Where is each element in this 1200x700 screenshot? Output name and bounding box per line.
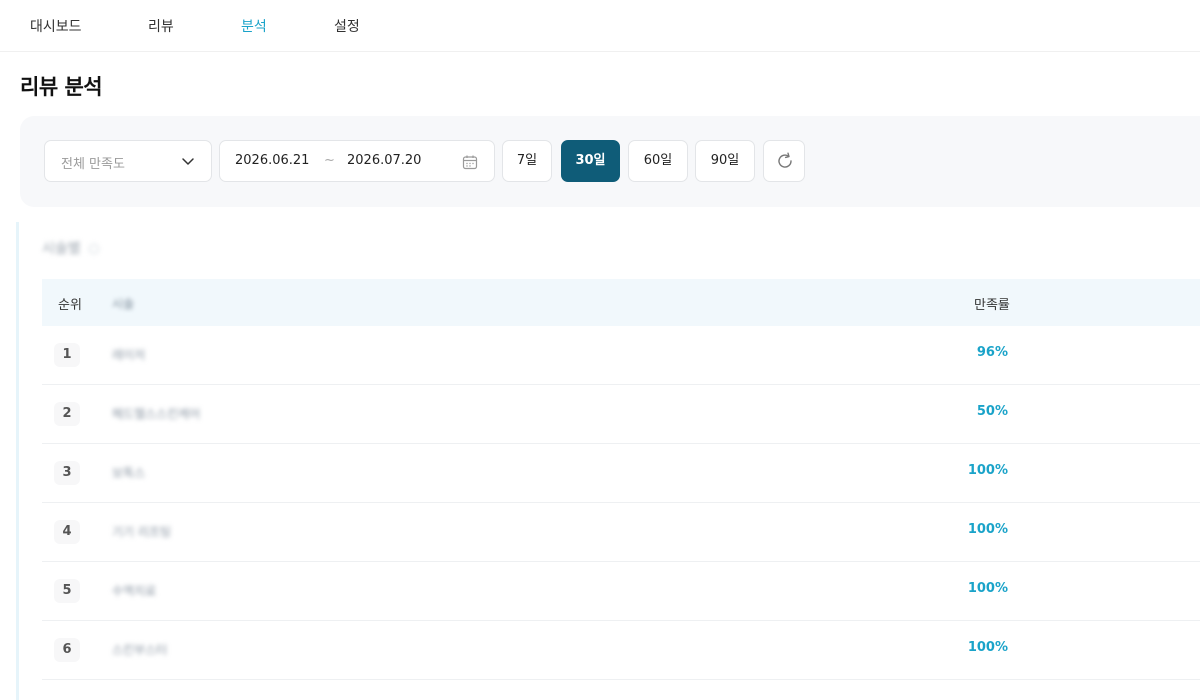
treatment-name: 기기 리프팅 [112,525,172,539]
satisfaction-dropdown[interactable]: 전체 만족도 [44,140,212,182]
ranking-table-body: 1 레이저 96% 2 헤드헬스스킨케어 50% 3 보톡스 100% 4 기기… [42,326,1200,680]
nav-item-analysis[interactable]: 분석 [241,16,267,36]
top-navigation: 대시보드 리뷰 분석 설정 [0,0,1200,52]
treatment-name: 수액치료 [112,584,157,598]
refresh-icon [778,152,792,168]
treatment-name: 스킨부스터 [112,643,168,657]
column-header-rate: 만족률 [974,298,1010,313]
satisfaction-dropdown-label: 전체 만족도 [61,157,125,172]
rank-badge: 5 [54,579,80,603]
table-row[interactable]: 6 스킨부스터 100% [42,621,1200,680]
satisfaction-rate: 100% [967,640,1008,655]
satisfaction-rate: 50% [976,404,1008,419]
column-header-name: 시술 [112,297,135,311]
date-separator: ~ [324,153,335,168]
rank-badge: 1 [54,343,80,367]
table-row[interactable]: 5 수액치료 100% [42,562,1200,621]
column-header-rank: 순위 [58,298,82,313]
table-row[interactable]: 1 레이저 96% [42,326,1200,385]
rank-badge: 6 [54,638,80,662]
treatment-name: 헤드헬스스킨케어 [112,407,201,421]
info-icon [88,244,99,254]
chevron-down-icon [182,158,194,165]
period-7d-button[interactable]: 7일 [502,140,552,182]
section-title-text: 시술별 [42,241,81,257]
period-90d-button[interactable]: 90일 [695,140,755,182]
table-row[interactable]: 2 헤드헬스스킨케어 50% [42,385,1200,444]
table-row[interactable]: 4 기기 리프팅 100% [42,503,1200,562]
period-30d-button[interactable]: 30일 [561,140,620,182]
date-range-picker[interactable]: 2026.06.21 ~ 2026.07.20 [219,140,495,182]
section-title: 시술별 [42,238,99,258]
treatment-name: 보톡스 [112,466,146,480]
satisfaction-rate: 100% [967,463,1008,478]
table-header: 순위 시술 만족률 [42,279,1200,326]
rank-badge: 2 [54,402,80,426]
rank-badge: 4 [54,520,80,544]
table-row[interactable]: 3 보톡스 100% [42,444,1200,503]
section-accent-bar [16,222,19,700]
date-start[interactable]: 2026.06.21 [235,153,309,168]
filter-panel: 전체 만족도 2026.06.21 ~ 2026.07.20 7일 30일 60… [20,116,1200,207]
nav-item-reviews[interactable]: 리뷰 [148,16,174,36]
refresh-button[interactable] [763,140,805,182]
treatment-name: 레이저 [112,348,146,362]
rank-badge: 3 [54,461,80,485]
period-60d-button[interactable]: 60일 [628,140,688,182]
satisfaction-rate: 100% [967,522,1008,537]
satisfaction-rate: 100% [967,581,1008,596]
page-title: 리뷰 분석 [20,75,103,99]
calendar-icon[interactable] [462,154,478,170]
satisfaction-rate: 96% [976,345,1008,360]
nav-item-settings[interactable]: 설정 [334,16,360,36]
nav-item-dashboard[interactable]: 대시보드 [30,16,82,36]
date-end[interactable]: 2026.07.20 [347,153,421,168]
